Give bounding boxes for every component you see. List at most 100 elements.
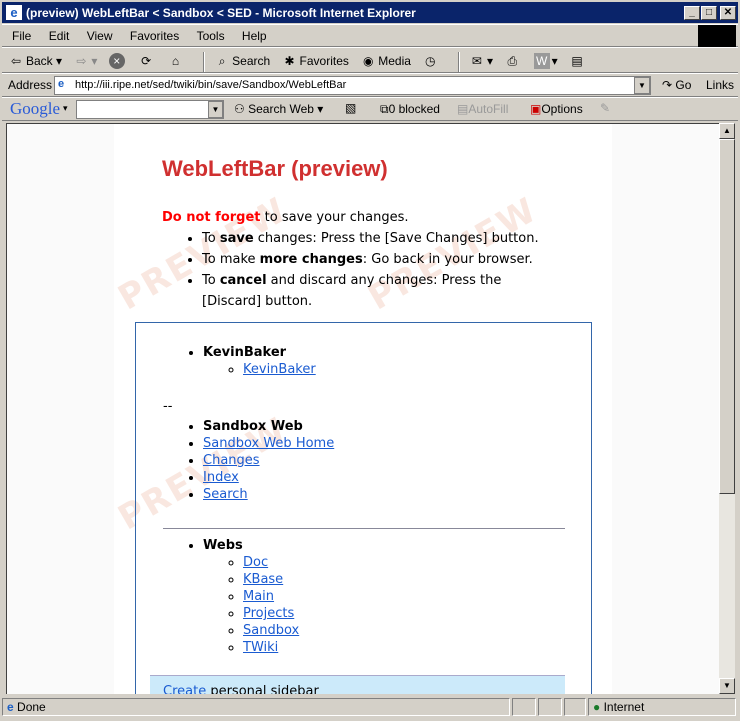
edit-button[interactable]: W ▾ (533, 53, 558, 70)
popup-icon: ⧉ (380, 102, 389, 116)
google-dropdown-button[interactable]: ▼ (208, 101, 223, 118)
google-toolbar: Google ▾ ▼ ⚇ Search Web ▾ ▧ ⧉0 blocked ▤… (2, 97, 738, 121)
popup-blocker-button[interactable]: ⧉0 blocked (380, 102, 440, 117)
menu-edit[interactable]: Edit (49, 29, 70, 43)
home-icon: ⌂ (171, 54, 180, 69)
page-title: WebLeftBar (preview) (162, 156, 388, 181)
web-link-kbase[interactable]: KBase (243, 572, 283, 587)
web-heading: Sandbox Web (203, 419, 303, 434)
menu-tools[interactable]: Tools (197, 29, 225, 43)
twiki-page: PREVIEW PREVIEW PREVIEW WebLeftBar (prev… (112, 124, 612, 694)
divider (163, 528, 565, 529)
page-icon: e (58, 78, 65, 90)
close-button[interactable]: ✕ (720, 6, 736, 20)
address-bar: Address e http://iii.ripe.net/sed/twiki/… (2, 73, 738, 97)
go-button[interactable]: ↷ Go (662, 78, 691, 92)
list-item: To make more changes: Go back in your br… (202, 249, 582, 270)
home-button[interactable]: ⌂ (167, 53, 185, 69)
windows-logo (698, 25, 736, 47)
link-index[interactable]: Index (203, 470, 239, 485)
options-button[interactable]: ▣Options (530, 102, 583, 116)
maximize-button[interactable]: □ (701, 6, 717, 20)
ie-icon: e (6, 5, 22, 20)
menu-help[interactable]: Help (242, 29, 267, 43)
preview-box: KevinBaker KevinBaker -- Sandbox Web San… (135, 322, 592, 694)
menu-bar: File Edit View Favorites Tools Help (2, 24, 738, 47)
link-web-home[interactable]: Sandbox Web Home (203, 436, 334, 451)
browser-viewport: PREVIEW PREVIEW PREVIEW WebLeftBar (prev… (6, 123, 719, 694)
web-list: Sandbox Web Sandbox Web Home Changes Ind… (203, 418, 334, 503)
forward-button[interactable]: ⇨ ▾ (73, 53, 97, 69)
autofill-button[interactable]: ▤AutoFill (457, 102, 508, 116)
menu-file[interactable]: File (12, 29, 31, 43)
menu-view[interactable]: View (87, 29, 113, 43)
autofill-icon: ▤ (457, 102, 469, 116)
back-button[interactable]: ⇦ Back ▾ (8, 53, 62, 69)
address-dropdown-button[interactable]: ▼ (634, 77, 650, 94)
user-heading: KevinBaker (203, 345, 287, 360)
stop-button[interactable]: × (108, 53, 127, 70)
zone-text: Internet (603, 700, 645, 714)
create-link[interactable]: Create (163, 684, 206, 694)
search-icon: ⌕ (218, 54, 226, 69)
scroll-thumb[interactable] (719, 139, 735, 494)
list-item: To save changes: Press the [Save Changes… (202, 228, 582, 249)
instructions-list: To save changes: Press the [Save Changes… (162, 228, 582, 312)
scroll-up-button[interactable]: ▲ (719, 123, 735, 139)
link-search[interactable]: Search (203, 487, 248, 502)
web-link-doc[interactable]: Doc (243, 555, 268, 570)
web-link-twiki[interactable]: TWiki (243, 640, 278, 655)
refresh-button[interactable]: ⟳ (138, 53, 156, 69)
stop-icon: × (108, 53, 125, 70)
webs-list: Webs Doc KBase Main Projects Sandbox TWi… (203, 537, 299, 656)
media-button[interactable]: ◉ Media (360, 53, 411, 69)
user-link[interactable]: KevinBaker (243, 362, 316, 377)
scroll-down-button[interactable]: ▼ (719, 678, 735, 694)
print-icon: ⎙ (507, 54, 518, 69)
minimize-button[interactable]: _ (684, 6, 700, 20)
mail-button[interactable]: ✉ ▾ (469, 53, 493, 69)
news-icon: ▧ (345, 101, 357, 115)
favorites-icon: ✱ (284, 54, 295, 69)
user-list: KevinBaker KevinBaker (203, 344, 316, 378)
page-done-icon: e (7, 700, 14, 714)
options-icon: ▣ (530, 102, 542, 116)
web-link-sandbox[interactable]: Sandbox (243, 623, 299, 638)
address-input[interactable]: e http://iii.ripe.net/sed/twiki/bin/save… (54, 76, 651, 95)
favorites-button[interactable]: ✱ Favorites (282, 53, 348, 69)
separator-dashes: -- (163, 399, 173, 414)
forward-arrow-icon: ⇨ (76, 54, 87, 69)
save-warning: Do not forget to save your changes. (162, 210, 409, 225)
history-button[interactable]: ◷ (422, 53, 440, 69)
globe-icon: ● (593, 700, 601, 714)
discuss-button[interactable]: ▤ (569, 53, 587, 69)
print-button[interactable]: ⎙ (504, 53, 522, 69)
address-label: Address (8, 78, 53, 92)
word-icon: W (533, 53, 550, 70)
list-item: To cancel and discard any changes: Press… (202, 270, 532, 312)
window-title: (preview) WebLeftBar < Sandbox < SED - M… (26, 6, 416, 20)
binoculars-icon: ⚇ (234, 102, 245, 116)
go-arrow-icon: ↷ (662, 78, 673, 92)
webs-heading: Webs (203, 538, 243, 553)
links-button[interactable]: Links (706, 78, 734, 92)
back-arrow-icon: ⇦ (10, 54, 22, 69)
search-button[interactable]: ⌕ Search (214, 53, 270, 69)
google-logo[interactable]: Google (10, 99, 60, 119)
web-link-projects[interactable]: Projects (243, 606, 294, 621)
vertical-scrollbar[interactable]: ▲ ▼ (719, 123, 735, 694)
highlight-icon[interactable]: ✎ (600, 101, 610, 115)
search-web-button[interactable]: ⚇ Search Web ▾ (234, 102, 323, 116)
discuss-icon: ▤ (571, 54, 583, 69)
history-icon: ◷ (425, 54, 436, 69)
status-bar: e Done ● Internet (2, 697, 738, 717)
refresh-icon: ⟳ (141, 54, 152, 69)
mail-icon: ✉ (471, 54, 482, 69)
web-link-main[interactable]: Main (243, 589, 274, 604)
status-text: Done (17, 700, 46, 714)
link-changes[interactable]: Changes (203, 453, 260, 468)
google-search-input[interactable]: ▼ (76, 100, 224, 119)
menu-favorites[interactable]: Favorites (130, 29, 179, 43)
standard-toolbar: ⇦ Back ▾ ⇨ ▾ × ⟳ ⌂ ⌕ Search ✱ Favorites ◉ Med… (2, 47, 738, 73)
news-button[interactable]: ▧ (345, 101, 356, 115)
